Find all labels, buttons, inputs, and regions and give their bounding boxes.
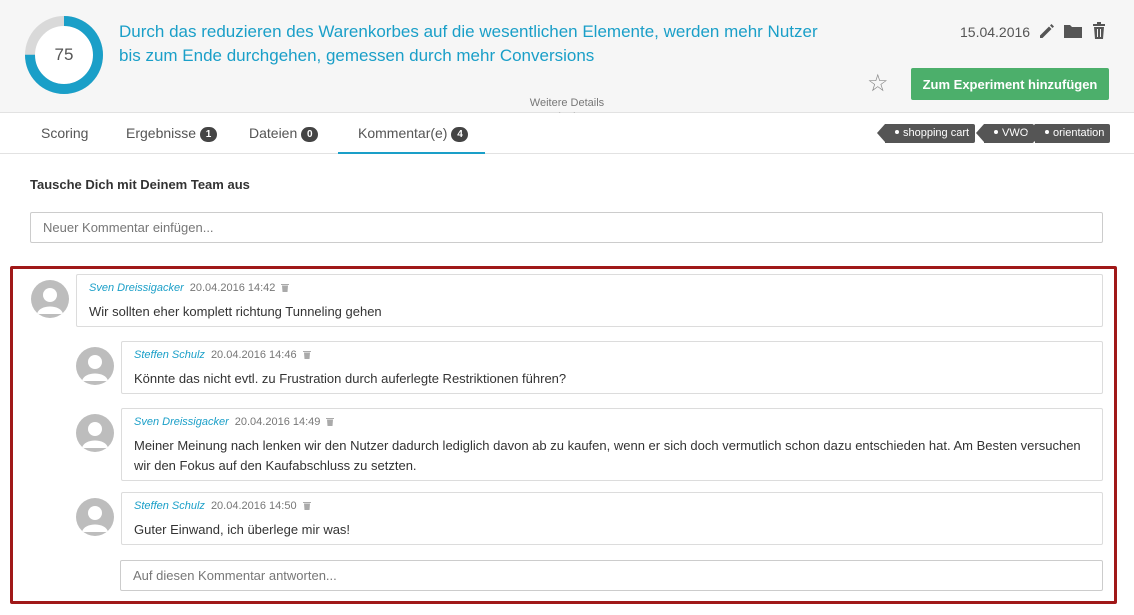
comment-text: Könnte das nicht evtl. zu Frustration du…	[134, 371, 567, 386]
reply-item: Steffen Schulz 20.04.2016 14:50 Guter Ein…	[121, 492, 1103, 545]
trash-icon[interactable]	[1092, 22, 1106, 45]
delete-comment-icon[interactable]	[281, 283, 290, 295]
comments-heading: Tausche Dich mit Deinem Team aus	[30, 177, 250, 192]
tab-comments[interactable]: Kommentar(e) 4	[338, 113, 485, 154]
avatar[interactable]	[76, 414, 114, 452]
delete-comment-icon[interactable]	[302, 350, 311, 362]
tab-label: Dateien	[249, 125, 298, 141]
user-avatar-icon	[37, 288, 63, 314]
comment-meta: Sven Dreissigacker 20.04.2016 14:49	[134, 416, 335, 429]
tab-scoring[interactable]: Scoring	[41, 113, 88, 154]
comment-author[interactable]: Steffen Schulz	[134, 500, 205, 512]
tag-label: VWO	[1002, 127, 1029, 139]
comment-item: Sven Dreissigacker 20.04.2016 14:42 Wir s…	[76, 274, 1103, 327]
tag-label: shopping cart	[903, 127, 970, 139]
comment-text: Wir sollten eher komplett richtung Tunne…	[89, 304, 382, 319]
experiment-header: 75 Durch das reduzieren des Warenkorbes …	[0, 0, 1134, 113]
avatar[interactable]	[76, 498, 114, 536]
folder-icon[interactable]	[1063, 22, 1083, 45]
star-icon[interactable]: ☆	[867, 72, 889, 96]
comment-meta: Steffen Schulz 20.04.2016 14:46	[134, 349, 311, 362]
tab-results[interactable]: Ergebnisse 1	[126, 113, 218, 154]
tag-label: orientation	[1053, 127, 1105, 139]
avatar[interactable]	[76, 347, 114, 385]
comment-meta: Sven Dreissigacker 20.04.2016 14:42	[89, 282, 290, 295]
reply-input[interactable]	[120, 560, 1103, 591]
tab-label: Ergebnisse	[126, 125, 197, 141]
reply-item: Sven Dreissigacker 20.04.2016 14:49 Meine…	[121, 408, 1103, 481]
delete-comment-icon[interactable]	[302, 501, 311, 513]
user-avatar-icon	[82, 355, 108, 381]
tab-label: Scoring	[41, 125, 89, 141]
count-badge: 1	[200, 127, 218, 142]
score-value: 75	[54, 45, 74, 64]
tag-dot-icon	[895, 130, 899, 134]
reply-item: Steffen Schulz 20.04.2016 14:46 Könnte da…	[121, 341, 1103, 394]
comment-author[interactable]: Steffen Schulz	[134, 349, 205, 361]
add-to-experiment-button[interactable]: Zum Experiment hinzufügen	[911, 68, 1109, 100]
user-avatar-icon	[82, 422, 108, 448]
hypothesis-title[interactable]: Durch das reduzieren des Warenkorbes auf…	[119, 20, 839, 68]
count-badge: 0	[301, 127, 319, 142]
new-comment-input[interactable]	[30, 212, 1103, 243]
hypothesis-date: 15.04.2016	[960, 24, 1031, 40]
delete-comment-icon[interactable]	[326, 417, 335, 429]
tag-orientation[interactable]: orientation	[1026, 124, 1111, 143]
comment-author[interactable]: Sven Dreissigacker	[89, 282, 184, 294]
pencil-icon[interactable]	[1038, 22, 1056, 45]
more-details-label[interactable]: Weitere Details	[517, 97, 617, 109]
tab-label: Kommentar(e)	[358, 125, 448, 141]
comment-meta: Steffen Schulz 20.04.2016 14:50	[134, 500, 311, 513]
comment-author[interactable]: Sven Dreissigacker	[134, 416, 229, 428]
tag-shopping-cart[interactable]: shopping cart	[876, 124, 976, 143]
user-avatar-icon	[82, 506, 108, 532]
count-badge: 4	[451, 127, 469, 142]
comment-text: Meiner Meinung nach lenken wir den Nutze…	[134, 438, 1081, 473]
avatar[interactable]	[31, 280, 69, 318]
comment-timestamp: 20.04.2016 14:46	[210, 349, 297, 361]
comment-timestamp: 20.04.2016 14:42	[189, 282, 276, 294]
score-ring: 75	[24, 15, 104, 95]
tab-files[interactable]: Dateien 0	[249, 113, 319, 154]
comment-text: Guter Einwand, ich überlege mir was!	[134, 522, 351, 537]
comment-timestamp: 20.04.2016 14:50	[210, 500, 297, 512]
tag-dot-icon	[994, 130, 998, 134]
comment-timestamp: 20.04.2016 14:49	[234, 416, 321, 428]
tag-dot-icon	[1045, 130, 1049, 134]
